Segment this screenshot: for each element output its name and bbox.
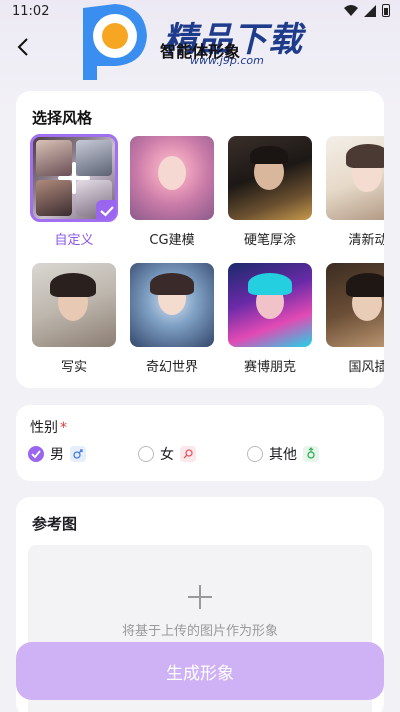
style-label: 自定义 (54, 233, 94, 248)
gender-label: 男 (50, 447, 64, 463)
style-thumb-cyberpunk (228, 263, 312, 347)
style-label: 硬笔厚涂 (243, 233, 296, 248)
required-mark: * (60, 420, 67, 436)
style-thumb-thick-paint (228, 136, 312, 220)
male-icon (70, 446, 86, 462)
style-label: 赛博朋克 (243, 360, 296, 375)
gender-card: 性别 * 男 女 其他 (16, 405, 384, 481)
upload-plus-icon (188, 585, 212, 609)
style-label: 写实 (60, 360, 87, 375)
selected-check-icon (96, 200, 116, 220)
style-label: 清新动 (348, 233, 384, 248)
gender-option-male[interactable]: 男 (28, 444, 86, 464)
other-gender-icon (303, 446, 319, 462)
style-section-title: 选择风格 (32, 109, 93, 127)
reference-title: 参考图 (32, 515, 78, 533)
page-title: 智能体形象 (159, 42, 240, 61)
style-thumb-fresh-anime (326, 136, 384, 220)
gender-title: 性别 * (30, 417, 67, 437)
style-thumb-fantasy (130, 263, 214, 347)
style-card: 选择风格 自定义 CG建模 硬笔厚涂 清新动 写实 奇幻世界 赛博朋克 国风插 (16, 91, 384, 388)
radio-checked-icon[interactable] (28, 446, 44, 462)
battery-icon (382, 4, 390, 17)
add-custom-icon (58, 162, 90, 194)
style-thumb-custom (30, 134, 118, 222)
gender-label: 女 (160, 447, 174, 463)
style-thumb-guofeng (326, 263, 384, 347)
radio-unchecked-icon[interactable] (138, 446, 154, 462)
style-label: 奇幻世界 (145, 360, 198, 375)
style-label: 国风插 (348, 360, 384, 375)
gender-label: 其他 (269, 447, 297, 463)
gender-title-text: 性别 (30, 420, 58, 436)
gender-option-female[interactable]: 女 (138, 444, 196, 464)
radio-unchecked-icon[interactable] (247, 446, 263, 462)
upload-hint: 将基于上传的图片作为形象 (121, 624, 278, 639)
signal-icon (364, 4, 376, 17)
style-thumb-realistic (32, 263, 116, 347)
wifi-icon (344, 5, 358, 16)
style-label: CG建模 (149, 233, 195, 248)
gender-option-other[interactable]: 其他 (247, 444, 319, 464)
style-thumb-cg (130, 136, 214, 220)
female-icon (180, 446, 196, 462)
status-time: 11:02 (12, 4, 50, 19)
generate-button[interactable]: 生成形象 (16, 642, 384, 700)
